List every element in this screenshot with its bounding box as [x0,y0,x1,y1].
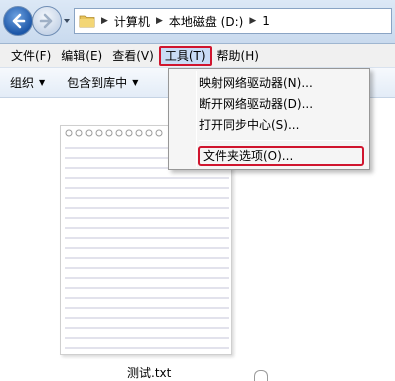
menu-separator [199,140,365,141]
menu-item-map-network-drive[interactable]: 映射网络驱动器(N)... [199,73,313,93]
chevron-down-icon: ▼ [39,78,46,87]
address-box[interactable]: ▶ 计算机 ▶ 本地磁盘 (D:) ▶ 1 [74,8,392,34]
breadcrumb-drive[interactable]: 本地磁盘 (D:) [169,13,243,30]
back-button[interactable] [3,6,33,36]
partial-icon [254,370,268,381]
include-library-label: 包含到库中 [67,76,128,90]
breadcrumb-computer[interactable]: 计算机 [114,13,150,30]
forward-button[interactable] [32,6,62,36]
menu-item-folder-options[interactable]: 文件夹选项(O)... [198,146,364,166]
menu-item-disconnect-network-drive[interactable]: 断开网络驱动器(D)... [199,94,313,114]
organize-button[interactable]: 组织 ▼ [10,74,45,91]
breadcrumb-folder[interactable]: 1 [262,14,270,28]
menu-view[interactable]: 查看(V) [107,46,159,66]
recent-pages-dropdown[interactable] [62,14,72,28]
folder-icon [79,15,95,28]
breadcrumb-separator-icon[interactable]: ▶ [249,16,256,26]
menu-item-open-sync-center[interactable]: 打开同步中心(S)... [199,115,299,135]
breadcrumb-separator-icon[interactable]: ▶ [156,16,163,26]
back-arrow-icon [12,13,26,29]
menu-gutter [196,71,197,167]
menu-edit[interactable]: 编辑(E) [56,46,107,66]
breadcrumb-separator-icon[interactable]: ▶ [101,16,108,26]
menu-file[interactable]: 文件(F) [6,46,56,66]
chevron-down-icon: ▼ [132,78,139,87]
address-row: ▶ 计算机 ▶ 本地磁盘 (D:) ▶ 1 [0,0,395,44]
file-name-label[interactable]: 测试.txt [127,364,171,381]
menu-tools[interactable]: 工具(T) [158,45,212,66]
menu-bar: 文件(F) 编辑(E) 查看(V) 工具(T) 帮助(H) [0,44,395,68]
forward-arrow-icon [39,13,53,29]
organize-label: 组织 [10,76,35,90]
menu-help[interactable]: 帮助(H) [212,46,264,66]
tools-menu-dropdown: 映射网络驱动器(N)... 断开网络驱动器(D)... 打开同步中心(S)...… [168,68,370,170]
include-in-library-button[interactable]: 包含到库中 ▼ [67,74,138,91]
